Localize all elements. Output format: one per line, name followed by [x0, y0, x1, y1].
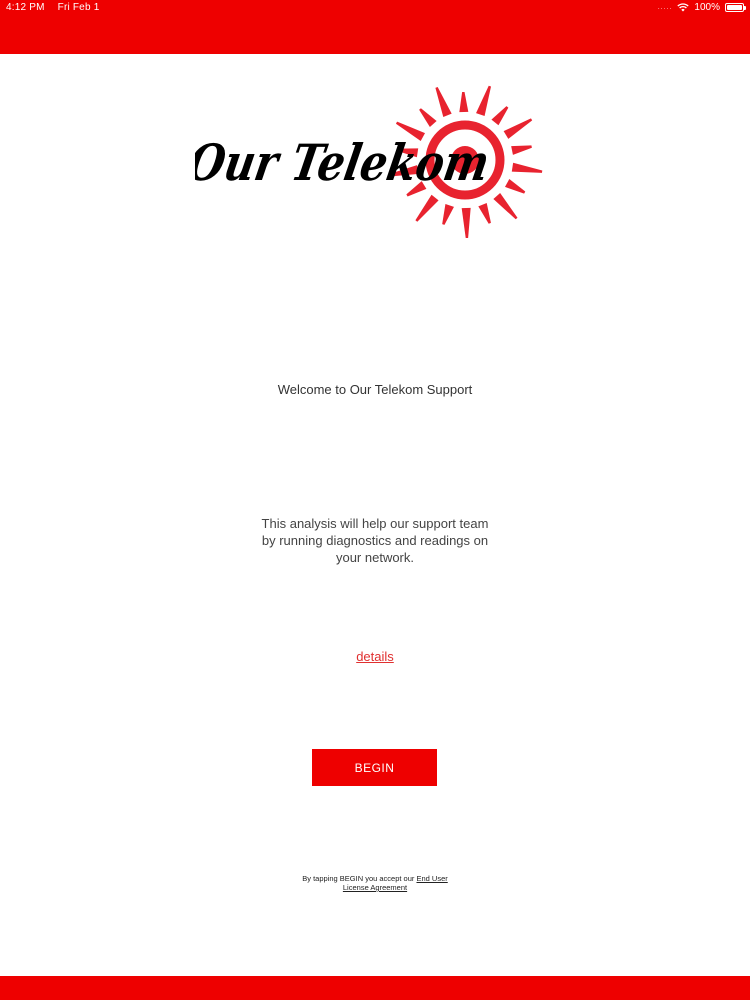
sun-ray: [459, 91, 469, 113]
battery-percent: 100%: [694, 2, 720, 13]
sun-ray: [435, 86, 452, 117]
battery-fill: [727, 5, 742, 10]
eula-notice: By tapping BEGIN you accept our End User…: [290, 874, 460, 892]
logo-text: Our Telekom: [195, 133, 494, 192]
begin-button[interactable]: BEGIN: [312, 749, 437, 786]
status-bar: 4:12 PM Fri Feb 1 ..... 100%: [0, 0, 750, 54]
wifi-icon: [677, 3, 690, 12]
sun-ray: [478, 203, 491, 224]
status-left: 4:12 PM Fri Feb 1: [6, 2, 109, 13]
welcome-text: Welcome to Our Telekom Support: [277, 382, 473, 397]
status-time: 4:12 PM: [6, 2, 45, 13]
sun-ray: [476, 85, 492, 116]
sun-ray: [504, 179, 526, 194]
status-date: Fri Feb 1: [57, 2, 100, 13]
description-text: This analysis will help our support team…: [261, 516, 489, 565]
sun-ray: [493, 193, 518, 220]
eula-prefix: By tapping BEGIN you accept our: [302, 874, 417, 883]
sun-ray: [461, 207, 471, 239]
sun-ray: [419, 108, 437, 127]
sun-ray: [503, 118, 533, 139]
sun-ray: [491, 106, 509, 126]
status-right: ..... 100%: [657, 2, 746, 13]
sun-ray: [442, 204, 454, 225]
sun-ray: [415, 194, 439, 222]
details-link-container: details: [0, 649, 750, 664]
details-link[interactable]: details: [356, 649, 394, 664]
signal-dots: .....: [657, 4, 673, 11]
sun-ray: [511, 145, 532, 155]
battery-icon: [725, 3, 746, 12]
bottom-bar: [0, 976, 750, 1000]
company-logo: Our Telekom: [195, 85, 543, 239]
sun-ray: [511, 162, 543, 173]
